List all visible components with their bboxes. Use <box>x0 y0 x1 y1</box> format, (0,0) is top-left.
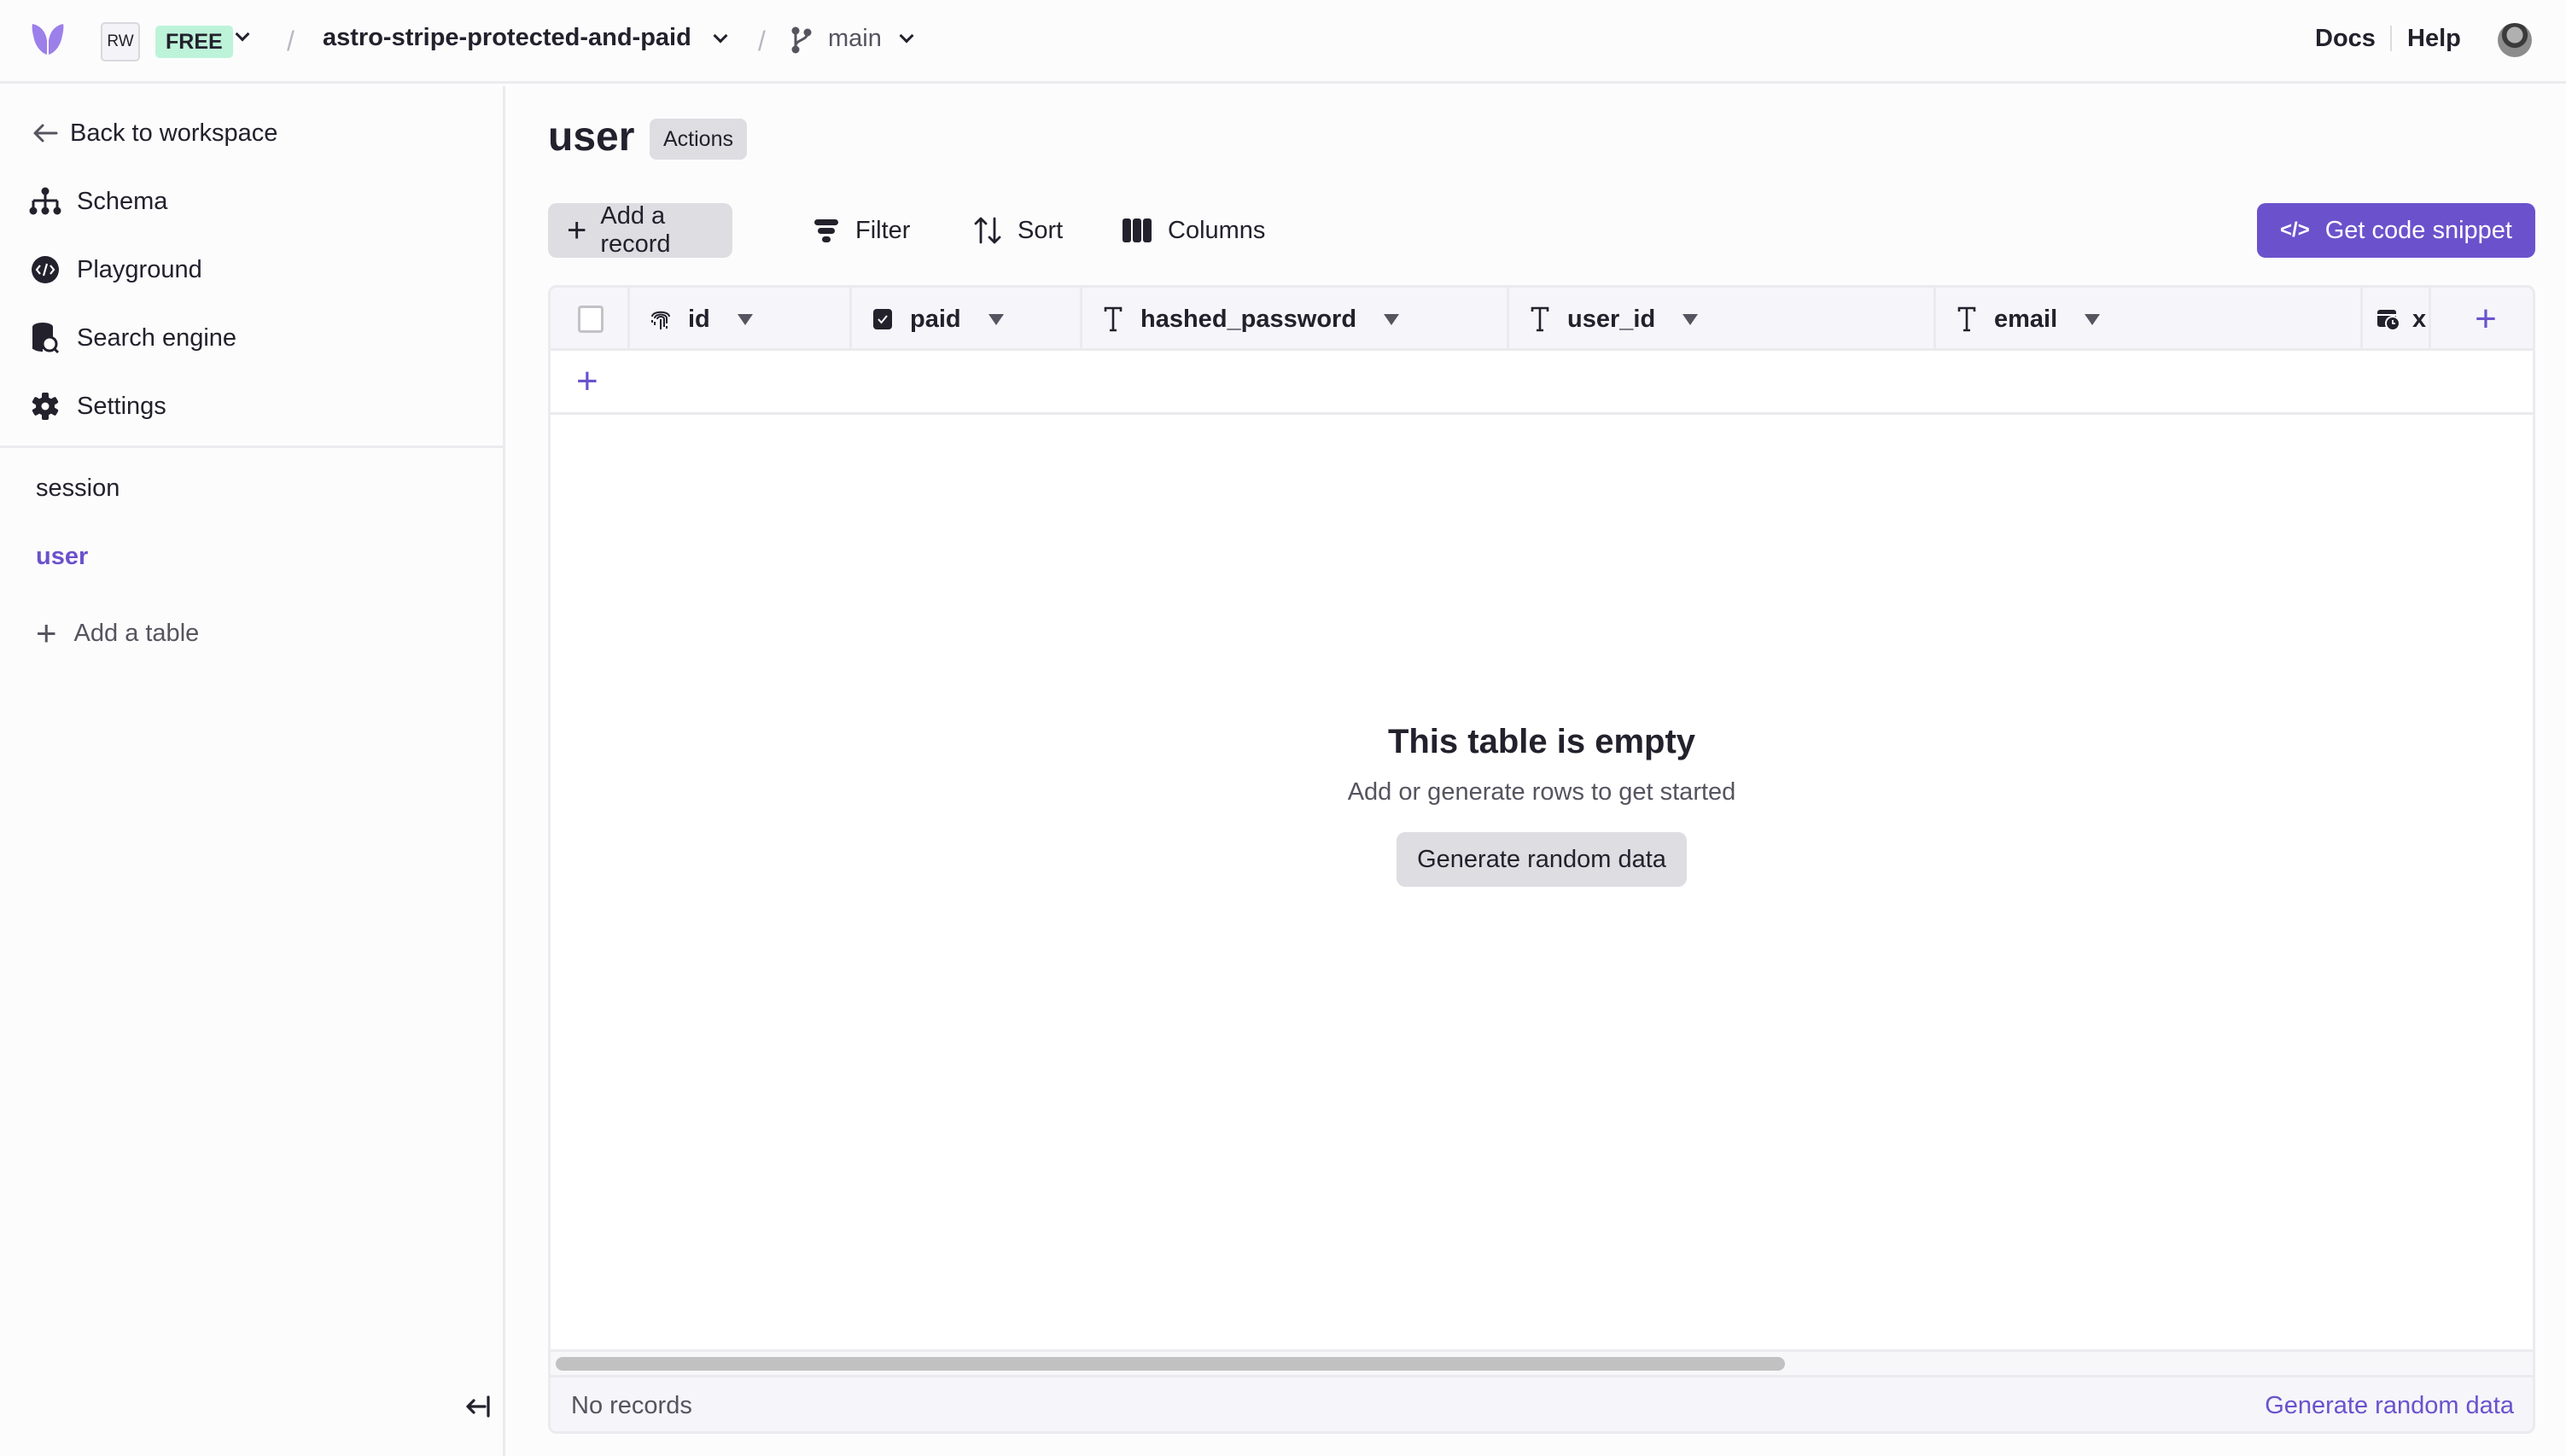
caret-down-icon[interactable] <box>1384 313 1400 325</box>
record-count: No records <box>571 1392 692 1419</box>
workspace-badge[interactable]: RW <box>101 22 140 61</box>
breadcrumb-separator: / <box>758 26 766 56</box>
get-code-snippet-button[interactable]: </> Get code snippet <box>2257 203 2535 258</box>
filter-button[interactable]: Filter <box>813 203 910 258</box>
generate-random-data-button[interactable]: Generate random data <box>1397 832 1687 887</box>
sort-label: Sort <box>1018 216 1064 244</box>
grid-header: id paid hashed_password user_id email x … <box>551 288 2533 351</box>
add-row-button[interactable]: + <box>576 360 598 403</box>
datetime-icon <box>2376 307 2400 331</box>
column-name: x <box>2412 305 2427 333</box>
text-type-icon <box>1101 306 1125 332</box>
database-selector[interactable]: astro-stripe-protected-and-paid <box>323 24 691 52</box>
caret-down-icon[interactable] <box>1682 313 1699 325</box>
column-name: user_id <box>1567 305 1656 333</box>
plan-badge[interactable]: FREE <box>155 26 233 58</box>
sidebar-item-label: Search engine <box>77 323 237 352</box>
plus-icon: + <box>36 613 57 653</box>
empty-subtitle: Add or generate rows to get started <box>1347 778 1736 806</box>
divider <box>0 446 503 448</box>
select-all-cell <box>551 288 630 351</box>
column-name: id <box>688 305 710 333</box>
sidebar-item-label: Settings <box>77 392 166 420</box>
chevron-down-icon[interactable] <box>713 28 728 44</box>
column-header-email[interactable]: email <box>1936 288 2363 351</box>
horizontal-scrollbar[interactable] <box>551 1349 2533 1375</box>
footer-generate-random-data-link[interactable]: Generate random data <box>2265 1392 2514 1420</box>
sidebar-item-label: Schema <box>77 187 168 215</box>
actions-button[interactable]: Actions <box>650 119 747 160</box>
fingerprint-icon <box>649 306 673 332</box>
back-label: Back to workspace <box>70 119 278 147</box>
breadcrumb-separator: / <box>287 26 295 56</box>
divider <box>2390 26 2392 51</box>
page-title: user <box>548 114 635 160</box>
sidebar: Back to workspace Schema Playground Sear… <box>0 86 505 1456</box>
butterfly-logo-icon[interactable] <box>29 20 67 58</box>
avatar[interactable] <box>2498 23 2532 57</box>
column-header-id[interactable]: id <box>630 288 852 351</box>
chevron-down-icon[interactable] <box>899 28 914 44</box>
scrollbar-thumb[interactable] <box>556 1357 1785 1371</box>
text-type-icon <box>1528 306 1552 332</box>
column-name: hashed_password <box>1140 305 1357 333</box>
get-code-snippet-label: Get code snippet <box>2324 216 2512 244</box>
column-name: paid <box>910 305 961 333</box>
chevron-down-icon[interactable] <box>235 26 250 42</box>
top-bar: RW FREE / astro-stripe-protected-and-pai… <box>0 0 2566 84</box>
settings-icon <box>29 390 61 422</box>
add-row-bar: + <box>551 353 2533 415</box>
sidebar-item-settings[interactable]: Settings <box>0 376 503 436</box>
columns-label: Columns <box>1168 216 1266 244</box>
collapse-sidebar-icon[interactable] <box>464 1392 493 1421</box>
sidebar-item-playground[interactable]: Playground <box>0 240 503 300</box>
boolean-checkbox-icon <box>871 308 895 330</box>
search-engine-icon <box>29 322 61 354</box>
sort-button[interactable]: Sort <box>973 203 1063 258</box>
help-link[interactable]: Help <box>2407 25 2461 53</box>
caret-down-icon[interactable] <box>737 313 753 325</box>
column-header-hashed-password[interactable]: hashed_password <box>1082 288 1509 351</box>
empty-title: This table is empty <box>1387 723 1696 760</box>
add-table-label: Add a table <box>73 619 200 647</box>
table-item-session[interactable]: session <box>36 475 120 503</box>
plus-icon: + <box>2475 298 2497 340</box>
add-record-label: Add a record <box>600 202 671 258</box>
main-content: user Actions + Add a record Filter Sort … <box>505 86 2566 1456</box>
grid-footer: No records Generate random data <box>551 1375 2533 1431</box>
column-header-x[interactable]: x <box>2363 288 2431 351</box>
add-column-button[interactable]: + <box>2431 288 2533 351</box>
add-table-button[interactable]: + Add a table <box>36 615 199 651</box>
arrow-left-icon <box>29 117 61 149</box>
caret-down-icon[interactable] <box>988 313 1004 325</box>
git-branch-icon <box>791 26 812 54</box>
branch-selector[interactable]: main <box>828 25 882 53</box>
code-icon: </> <box>2280 218 2310 242</box>
sidebar-item-search-engine[interactable]: Search engine <box>0 308 503 368</box>
docs-link[interactable]: Docs <box>2315 25 2376 53</box>
sort-icon <box>973 216 1002 245</box>
select-all-checkbox[interactable] <box>578 306 604 333</box>
sidebar-item-label: Playground <box>77 255 202 283</box>
data-grid: id paid hashed_password user_id email x … <box>548 285 2535 1434</box>
columns-icon <box>1122 217 1152 244</box>
table-item-user[interactable]: user <box>36 543 88 571</box>
playground-icon <box>29 253 61 286</box>
back-to-workspace-link[interactable]: Back to workspace <box>0 103 503 163</box>
add-record-button[interactable]: + Add a record <box>548 202 732 258</box>
plus-icon: + <box>567 212 587 249</box>
column-header-user-id[interactable]: user_id <box>1509 288 1936 351</box>
schema-icon <box>29 185 61 218</box>
caret-down-icon[interactable] <box>2085 313 2101 325</box>
empty-state: This table is empty Add or generate rows… <box>551 723 2533 887</box>
columns-button[interactable]: Columns <box>1122 203 1265 258</box>
filter-label: Filter <box>855 216 911 244</box>
filter-icon <box>813 217 840 244</box>
column-name: email <box>1994 305 2058 333</box>
text-type-icon <box>1955 306 1979 332</box>
sidebar-item-schema[interactable]: Schema <box>0 172 503 231</box>
column-header-paid[interactable]: paid <box>852 288 1082 351</box>
